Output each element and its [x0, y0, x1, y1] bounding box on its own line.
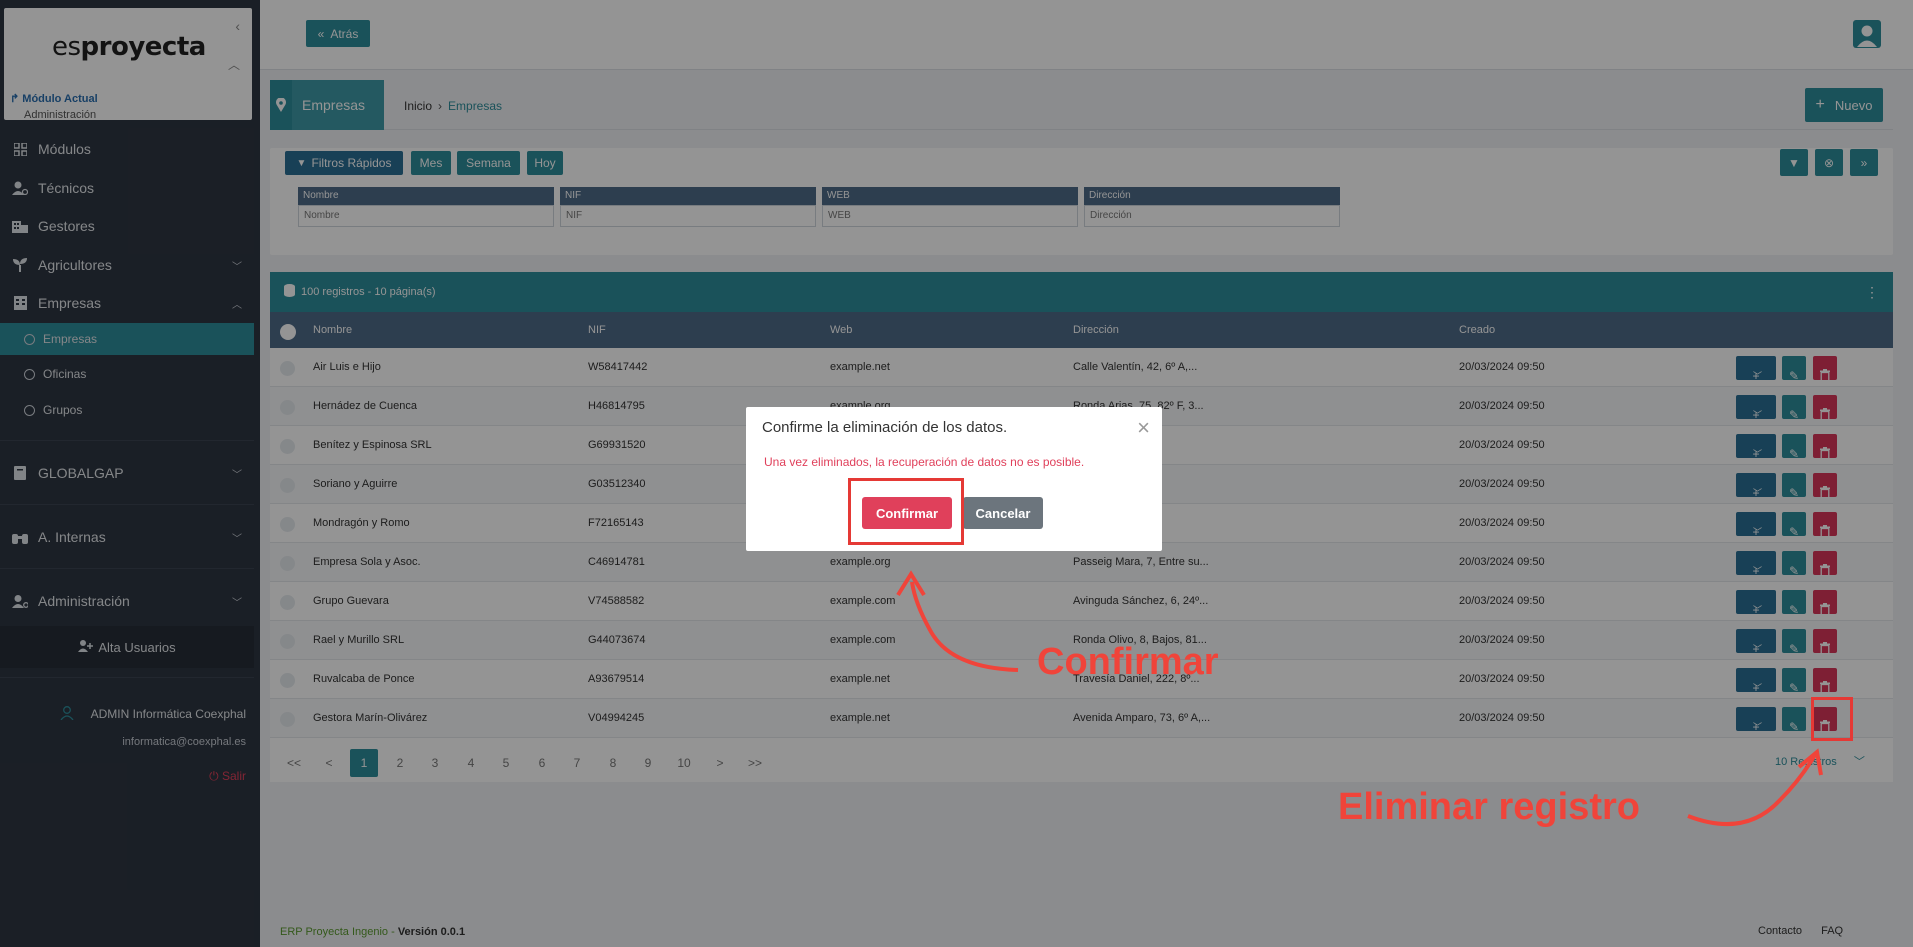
- confirm-highlight-box: [848, 478, 964, 545]
- annotation-confirm: Confirmar: [1037, 641, 1219, 683]
- annotation-delete: Eliminar registro: [1338, 786, 1640, 828]
- close-icon[interactable]: ×: [1137, 415, 1150, 441]
- modal-message: Una vez eliminados, la recuperación de d…: [764, 455, 1085, 469]
- delete-highlight-box: [1811, 697, 1853, 741]
- modal-title: Confirme la eliminación de los datos.: [762, 419, 1008, 436]
- cancel-button[interactable]: Cancelar: [963, 497, 1043, 529]
